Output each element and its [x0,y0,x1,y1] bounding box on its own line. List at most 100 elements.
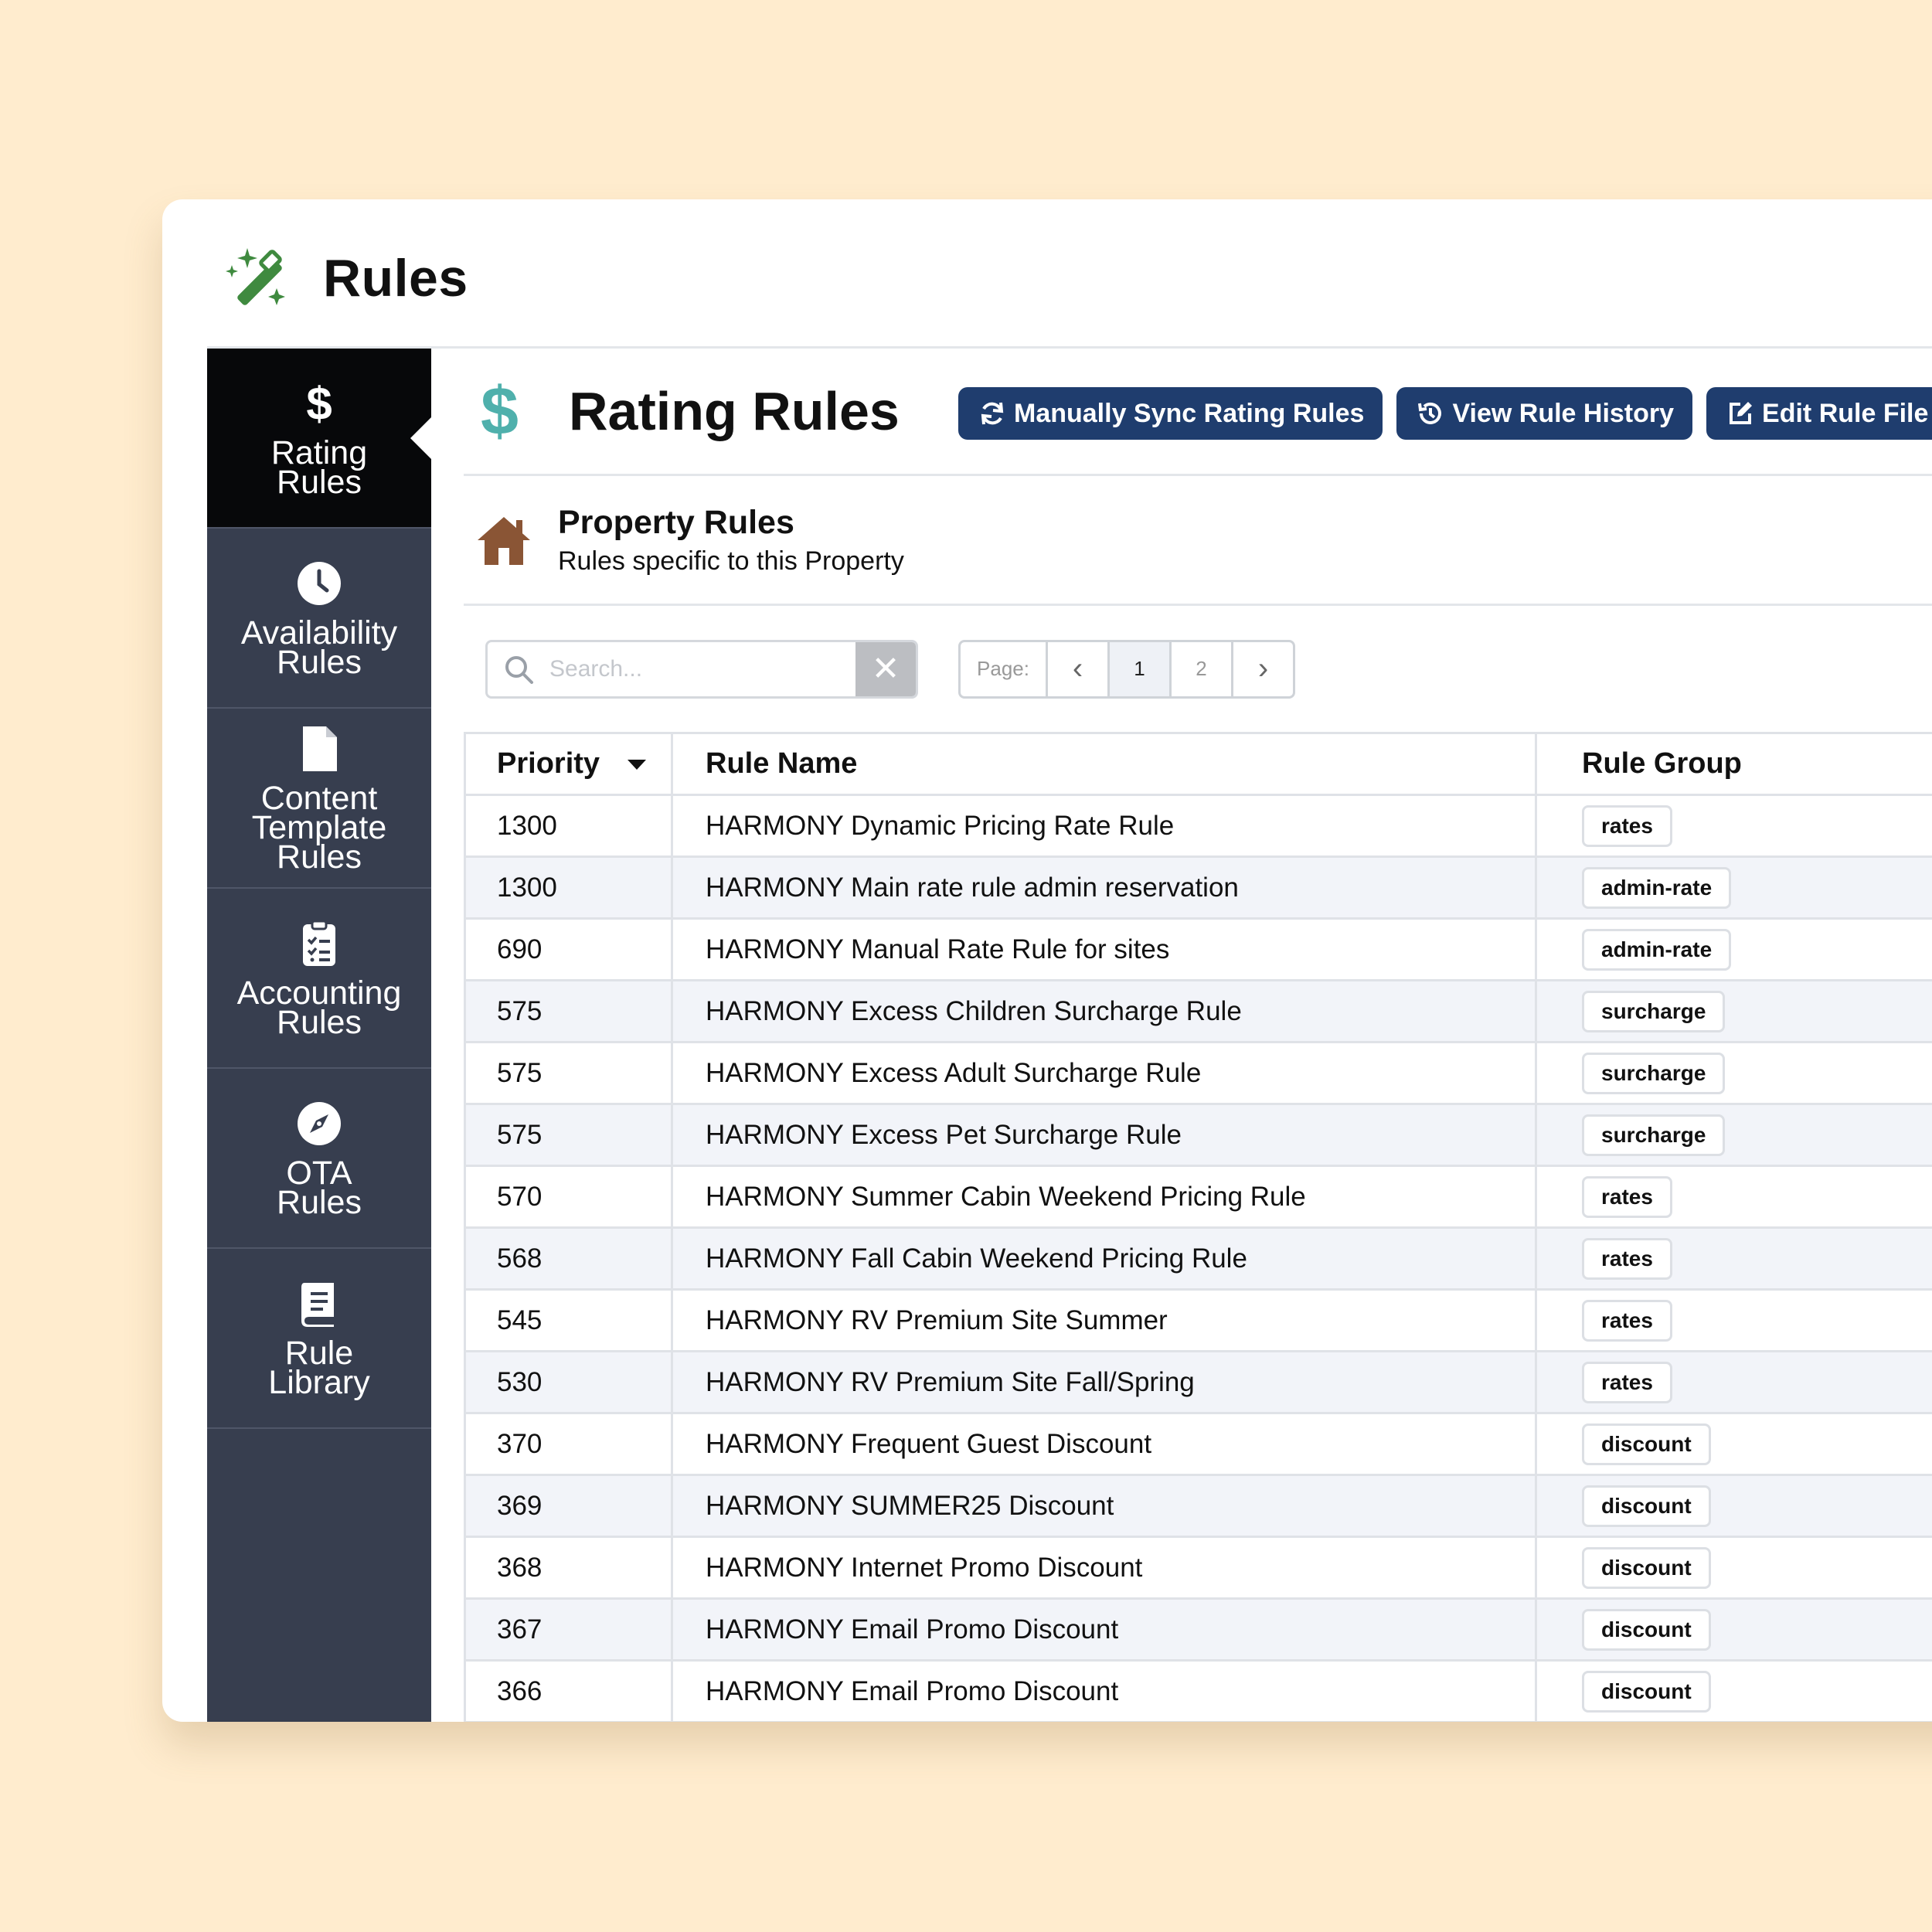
priority-cell: 1300 [464,856,673,920]
rule-group-cell: rates [1536,1289,1932,1352]
rule-name-column-header[interactable]: Rule Name [672,733,1537,796]
rule-group-badge: rates [1582,1237,1672,1280]
sidebar-item-ota-rules[interactable]: OTA Rules [207,1069,431,1249]
priority-cell: 690 [464,918,673,981]
rule-group-badge: rates [1582,1175,1672,1218]
clock-icon [295,560,343,607]
rule-group-badge: discount [1582,1485,1711,1527]
table-header-row: Priority Rule Name Rule Group [464,733,1932,796]
book-icon [295,1280,343,1328]
rules-table: Priority Rule Name Rule Group 1300 HARMON… [464,732,1932,1722]
clipboard-icon [295,920,343,968]
rule-group-badge: discount [1582,1546,1711,1589]
page-1-button[interactable]: 1 [1107,641,1169,696]
property-rules-header: Property Rules Rules specific to this Pr… [464,476,1932,606]
rule-group-badge: admin-rate [1582,928,1732,971]
search-icon [488,642,549,696]
rule-group-cell: surcharge [1536,1104,1932,1167]
rule-group-cell: discount [1536,1598,1932,1662]
priority-cell: 1300 [464,794,673,858]
history-icon [1418,402,1442,424]
rule-group-badge: rates [1582,1361,1672,1403]
svg-text:$: $ [306,379,332,427]
rule-group-badge: rates [1582,1299,1672,1342]
file-icon [295,725,343,773]
section-subtitle: Rules specific to this Property [558,546,904,576]
table-row[interactable]: 568 HARMONY Fall Cabin Weekend Pricing Ru… [464,1227,1932,1291]
sidebar-item-rating-rules[interactable]: $ Rating Rules [207,349,432,529]
table-row[interactable]: 367 HARMONY Email Promo Discount discount [464,1598,1932,1662]
compass-icon [295,1100,343,1148]
edit-icon [1730,402,1753,424]
table-row[interactable]: 368 HARMONY Internet Promo Discount discou… [464,1536,1932,1600]
page-2-button[interactable]: 2 [1169,641,1231,696]
rule-group-badge: discount [1582,1423,1711,1465]
button-label: Manually Sync Rating Rules [1014,398,1365,428]
table-row[interactable]: 575 HARMONY Excess Adult Surcharge Rule su… [464,1042,1932,1105]
priority-cell: 570 [464,1165,673,1229]
rule-name-cell: HARMONY Email Promo Discount [672,1598,1537,1662]
button-label: Edit Rule File [1762,398,1929,428]
priority-cell: 369 [464,1475,673,1538]
search-box: ✕ [485,639,918,699]
section-text: Property Rules Rules specific to this Pr… [558,504,904,577]
table-row[interactable]: 370 HARMONY Frequent Guest Discount discou… [464,1413,1932,1476]
rule-group-badge: surcharge [1582,1114,1726,1156]
clear-search-button[interactable]: ✕ [855,641,916,696]
priority-cell: 568 [464,1227,673,1291]
rule-group-cell: discount [1536,1536,1932,1600]
sidebar-item-label: Rule Library [268,1334,370,1401]
sidebar-item-content-template-rules[interactable]: Content Template Rules [207,709,431,889]
house-icon [478,516,530,565]
table-row[interactable]: 1300 HARMONY Main rate rule admin reserva… [464,856,1932,920]
dollar-icon: $ [481,372,519,449]
table-row[interactable]: 530 HARMONY RV Premium Site Fall/Spring ra… [464,1351,1932,1414]
rule-name-cell: HARMONY RV Premium Site Fall/Spring [672,1351,1537,1414]
rule-group-cell: discount [1536,1413,1932,1476]
table-row[interactable]: 575 HARMONY Excess Children Surcharge Rul… [464,980,1932,1043]
rule-name-cell: HARMONY Excess Children Surcharge Rule [672,980,1537,1043]
table-toolbar: ✕ Page: ‹ 1 2 › [464,606,1932,732]
app-title: Rules [323,249,468,308]
table-row[interactable]: 1300 HARMONY Dynamic Pricing Rate Rule rat… [464,794,1932,858]
next-page-button[interactable]: › [1231,641,1293,696]
search-input[interactable] [549,641,855,696]
manually-sync-rating-rules-button[interactable]: Manually Sync Rating Rules [958,387,1383,440]
rule-group-badge: rates [1582,804,1672,847]
rule-name-cell: HARMONY Excess Adult Surcharge Rule [672,1042,1537,1105]
edit-rule-file-button[interactable]: Edit Rule File [1706,387,1932,440]
rule-group-cell: rates [1536,1165,1932,1229]
sync-icon [981,402,1004,425]
previous-page-button[interactable]: ‹ [1046,641,1107,696]
rule-group-badge: discount [1582,1608,1711,1651]
table-row[interactable]: 570 HARMONY Summer Cabin Weekend Pricing … [464,1165,1932,1229]
sidebar-item-availability-rules[interactable]: Availability Rules [207,529,431,709]
table-row[interactable]: 690 HARMONY Manual Rate Rule for sites adm… [464,918,1932,981]
priority-cell: 545 [464,1289,673,1352]
rule-group-column-header[interactable]: Rule Group [1536,733,1932,796]
table-row[interactable]: 545 HARMONY RV Premium Site Summer rates [464,1289,1932,1352]
table-row[interactable]: 369 HARMONY SUMMER25 Discount discount [464,1475,1932,1538]
rule-name-cell: HARMONY Internet Promo Discount [672,1536,1537,1600]
sidebar-item-label: Rating Rules [270,434,368,501]
priority-column-header[interactable]: Priority [464,733,673,796]
sidebar-item-label: Content Template Rules [251,779,387,876]
sidebar-item-rule-library[interactable]: Rule Library [207,1249,431,1429]
view-rule-history-button[interactable]: View Rule History [1396,387,1693,440]
rule-group-cell: rates [1536,1351,1932,1414]
table-row[interactable]: 575 HARMONY Excess Pet Surcharge Rule surc… [464,1104,1932,1167]
dollar-icon: $ [295,379,343,427]
section-title: Property Rules [558,503,794,541]
sidebar-item-accounting-rules[interactable]: Accounting Rules [207,889,431,1069]
sort-desc-icon [628,760,647,770]
priority-cell: 575 [464,1104,673,1167]
rule-group-cell: rates [1536,794,1932,858]
table-row[interactable]: 366 HARMONY Email Promo Discount discount [464,1660,1932,1722]
page-actions: Manually Sync Rating Rules View Rule His… [958,387,1932,440]
page-header: $ Rating Rules Manually Sync Rating Rule… [464,349,1932,476]
rule-group-cell: admin-rate [1536,918,1932,981]
main-content: $ Rating Rules Manually Sync Rating Rule… [431,349,1932,1722]
rule-name-cell: HARMONY Manual Rate Rule for sites [672,918,1537,981]
rule-name-cell: HARMONY Frequent Guest Discount [672,1413,1537,1476]
rule-name-cell: HARMONY Fall Cabin Weekend Pricing Rule [672,1227,1537,1291]
